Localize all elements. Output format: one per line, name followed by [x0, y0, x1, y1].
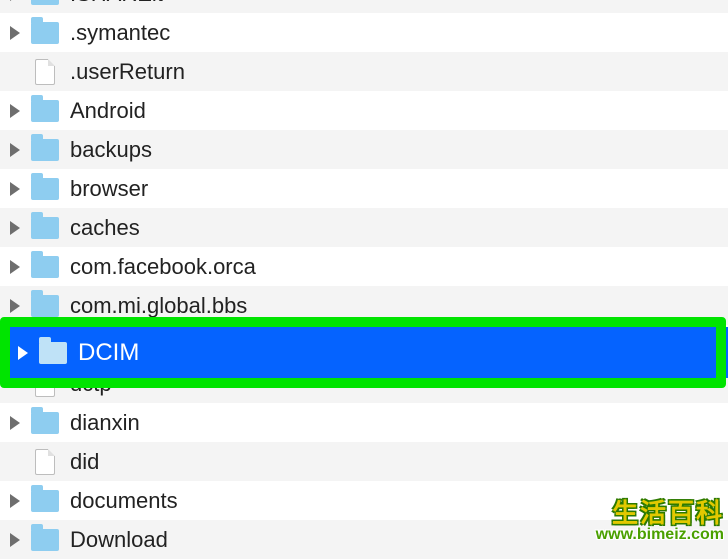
file-row[interactable]: com.facebook.orca	[0, 247, 728, 286]
file-row[interactable]: Android	[0, 91, 728, 130]
folder-icon	[30, 255, 60, 279]
watermark: 生活百科 www.bimeiz.com	[596, 493, 724, 544]
row-label: backups	[70, 137, 152, 163]
disclosure-triangle-icon[interactable]	[10, 182, 20, 196]
file-row[interactable]: .userReturn	[0, 52, 728, 91]
row-label: documents	[70, 488, 178, 514]
folder-icon	[30, 138, 60, 162]
row-label: .symantec	[70, 20, 170, 46]
folder-icon	[30, 216, 60, 240]
row-label: .SHAREit	[70, 0, 163, 7]
folder-icon	[30, 99, 60, 123]
file-row[interactable]: .symantec	[0, 13, 728, 52]
row-label: Download	[70, 527, 168, 553]
file-row-selected[interactable]: DCIM	[10, 327, 728, 378]
file-row[interactable]: did	[0, 442, 728, 481]
row-label: did	[70, 449, 99, 475]
disclosure-triangle-icon[interactable]	[10, 0, 20, 1]
folder-icon	[30, 0, 60, 6]
folder-icon	[38, 341, 68, 365]
row-label: com.mi.global.bbs	[70, 293, 247, 319]
row-label: caches	[70, 215, 140, 241]
folder-icon	[30, 528, 60, 552]
file-row[interactable]: backups	[0, 130, 728, 169]
disclosure-triangle-icon[interactable]	[10, 143, 20, 157]
folder-icon	[30, 177, 60, 201]
folder-icon	[30, 294, 60, 318]
file-row[interactable]: dianxin	[0, 403, 728, 442]
row-label: .userReturn	[70, 59, 185, 85]
disclosure-triangle-icon[interactable]	[10, 221, 20, 235]
file-icon	[30, 60, 60, 84]
disclosure-triangle-icon[interactable]	[10, 494, 20, 508]
disclosure-triangle-icon[interactable]	[10, 299, 20, 313]
row-label: DCIM	[78, 339, 139, 367]
disclosure-triangle-icon[interactable]	[10, 533, 20, 547]
disclosure-triangle-icon[interactable]	[10, 104, 20, 118]
watermark-url: www.bimeiz.com	[596, 526, 724, 544]
file-row[interactable]: com.mi.global.bbs	[0, 286, 728, 325]
folder-icon	[30, 21, 60, 45]
disclosure-triangle-icon[interactable]	[10, 260, 20, 274]
disclosure-triangle-icon[interactable]	[10, 26, 20, 40]
file-row[interactable]: .SHAREit	[0, 0, 728, 13]
row-label: dianxin	[70, 410, 140, 436]
folder-icon	[30, 411, 60, 435]
row-label: Android	[70, 98, 146, 124]
file-row[interactable]: caches	[0, 208, 728, 247]
row-label: com.facebook.orca	[70, 254, 256, 280]
file-row[interactable]: browser	[0, 169, 728, 208]
file-icon	[30, 450, 60, 474]
row-label: browser	[70, 176, 148, 202]
disclosure-triangle-icon[interactable]	[10, 416, 20, 430]
watermark-title: 生活百科	[596, 493, 724, 530]
folder-icon	[30, 489, 60, 513]
disclosure-triangle-icon[interactable]	[18, 346, 28, 360]
